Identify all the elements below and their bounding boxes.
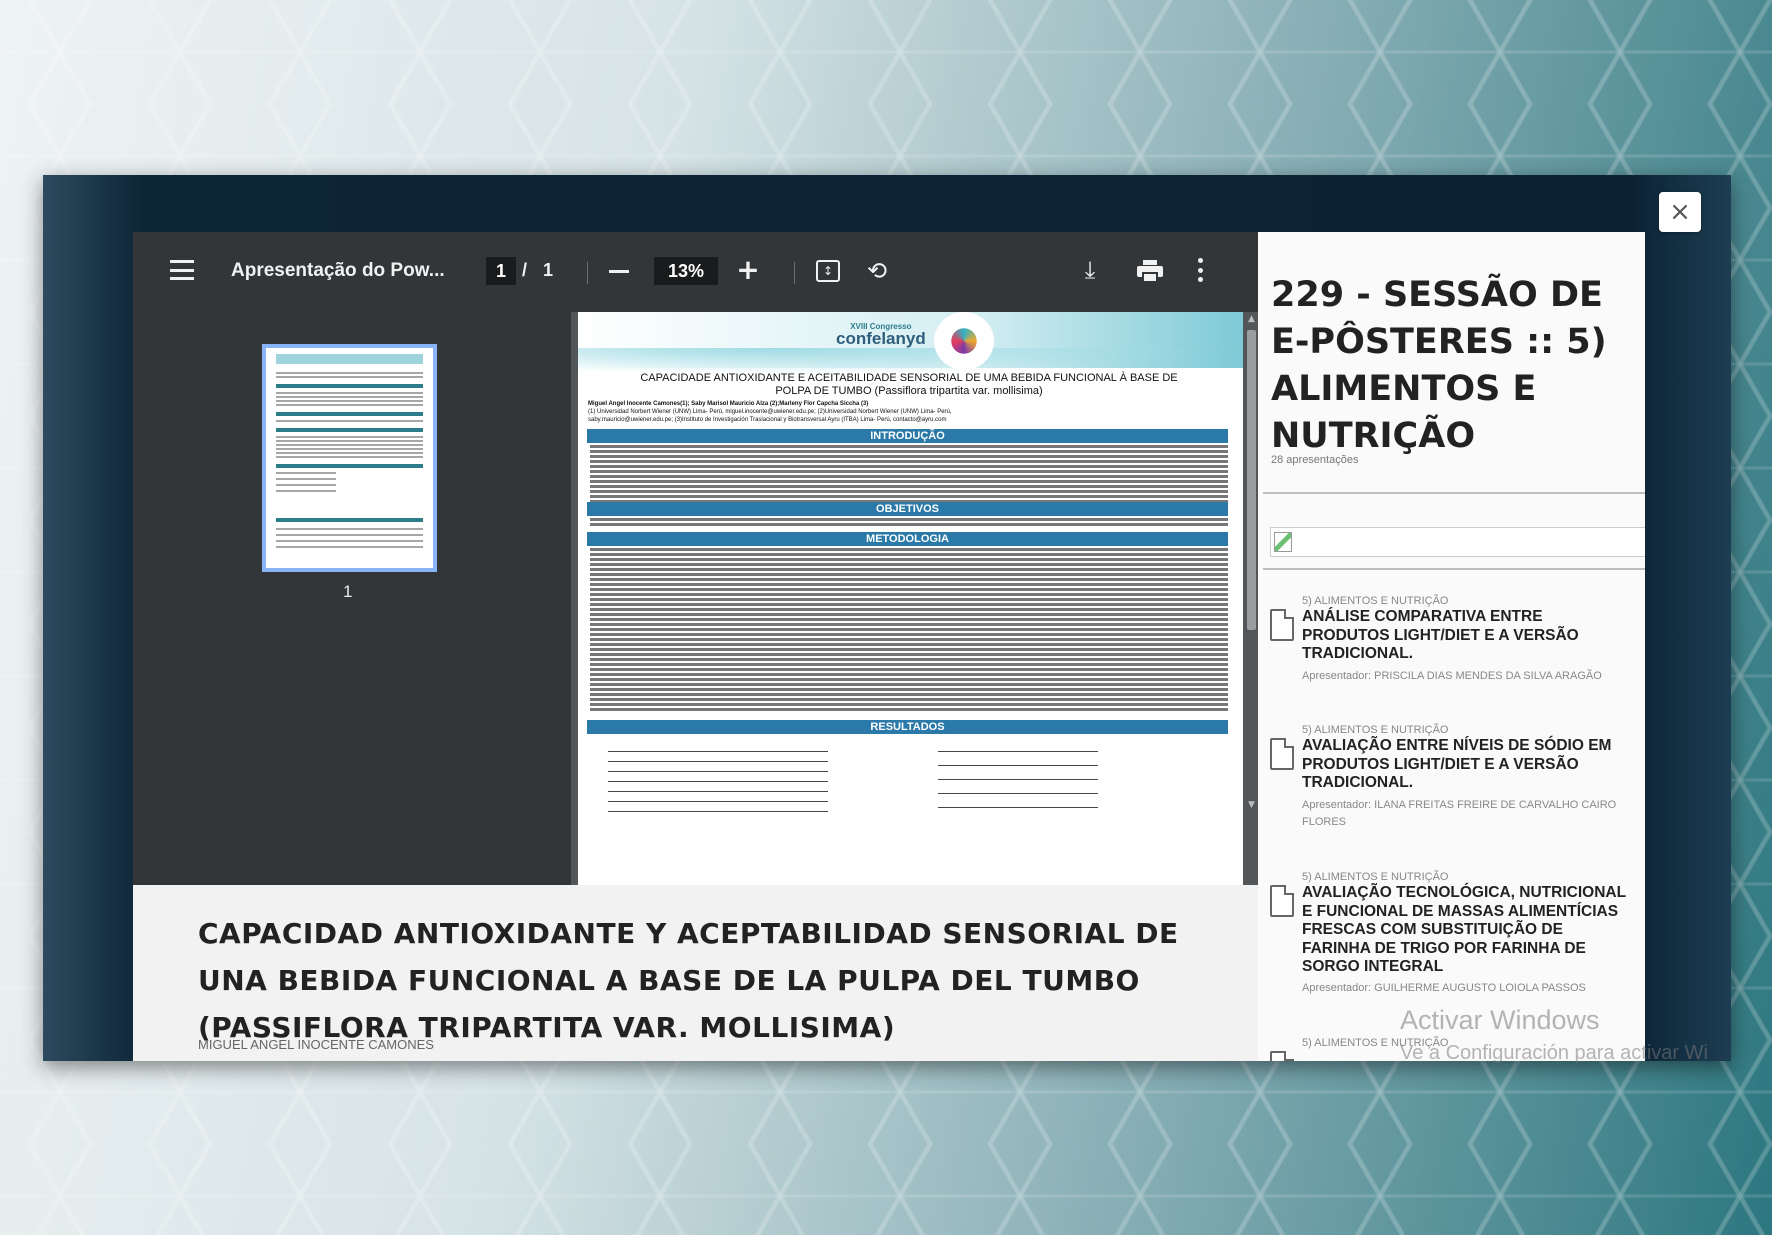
congress-logo: XVIII Congresso confelanyd [836, 322, 926, 348]
presentation-author: MIGUEL ANGEL INOCENTE CAMONES [198, 1037, 434, 1052]
section-heading: OBJETIVOS [587, 502, 1228, 516]
page-total: 1 [543, 260, 554, 280]
section-heading: METODOLOGIA [587, 532, 1228, 546]
page-separator: / [522, 260, 528, 280]
windows-activation-hint: Ve a Configuración para activar Wi [1400, 1042, 1708, 1064]
page-number-input[interactable]: 1 [486, 257, 516, 285]
close-icon: × [1669, 197, 1691, 227]
document-title: Apresentação do Pow... [231, 260, 445, 281]
zoom-out-icon[interactable] [609, 270, 629, 273]
pdf-page: XVIII Congresso confelanyd CAPACIDADE AN… [578, 312, 1243, 885]
pdf-document-icon [1270, 609, 1294, 641]
download-icon[interactable]: ⤓ [1079, 256, 1101, 284]
poster-title: CAPACIDADE ANTIOXIDANTE E ACEITABILIDADE… [640, 372, 1178, 397]
divider [1263, 492, 1645, 494]
page-scrollbar[interactable]: ▲ ▼ [1245, 312, 1258, 885]
pdf-document-icon [1270, 885, 1294, 917]
scroll-down-icon[interactable]: ▼ [1246, 800, 1257, 810]
logo-circle-icon [934, 312, 994, 370]
thumbnail-pane: 1 [133, 312, 571, 885]
scroll-up-icon[interactable]: ▲ [1246, 314, 1257, 324]
presentation-title: CAPACIDAD ANTIOXIDANTE Y ACEPTABILIDAD S… [198, 917, 1179, 1044]
session-sidebar: 229 - SESSÃO DE E-PÔSTERES :: 5) ALIMENT… [1258, 232, 1645, 1061]
windows-activation-watermark: Activar Windows [1400, 1005, 1600, 1035]
zoom-in-icon[interactable]: + [736, 256, 759, 284]
section-heading: INTRODUÇÃO [587, 429, 1228, 443]
page-pane: XVIII Congresso confelanyd CAPACIDADE AN… [571, 312, 1258, 885]
toolbar-divider [794, 262, 795, 284]
poster-authors: Miguel Angel Inocente Camones(1); Saby M… [588, 401, 952, 423]
divider [1263, 568, 1645, 570]
close-button[interactable]: × [1659, 192, 1701, 232]
presentation-count: 28 apresentações [1271, 454, 1359, 466]
session-image [1270, 527, 1645, 557]
presentation-details: CAPACIDAD ANTIOXIDANTE Y ACEPTABILIDAD S… [133, 885, 1258, 1061]
pdf-toolbar: Apresentação do Pow... 1 / 1 13% + ↕ ⟲ ⤓ [133, 232, 1258, 312]
fit-page-icon[interactable]: ↕ [816, 260, 840, 282]
section-heading: RESULTADOS [587, 720, 1228, 734]
pdf-document-icon [1270, 1051, 1294, 1061]
rotate-icon[interactable]: ⟲ [864, 257, 890, 285]
toolbar-divider [587, 262, 588, 284]
session-title: 229 - SESSÃO DE E-PÔSTERES :: 5) ALIMENT… [1271, 275, 1607, 456]
menu-icon[interactable] [170, 260, 194, 280]
pdf-document-icon [1270, 738, 1294, 770]
print-icon[interactable] [1137, 260, 1163, 282]
broken-image-icon [1274, 532, 1292, 552]
thumbnail-page-number: 1 [343, 582, 353, 601]
page-thumbnail[interactable] [262, 344, 437, 572]
zoom-input[interactable]: 13% [654, 257, 718, 285]
more-options-icon[interactable] [1197, 258, 1203, 282]
pdf-viewer: Apresentação do Pow... 1 / 1 13% + ↕ ⟲ ⤓ [133, 232, 1258, 885]
